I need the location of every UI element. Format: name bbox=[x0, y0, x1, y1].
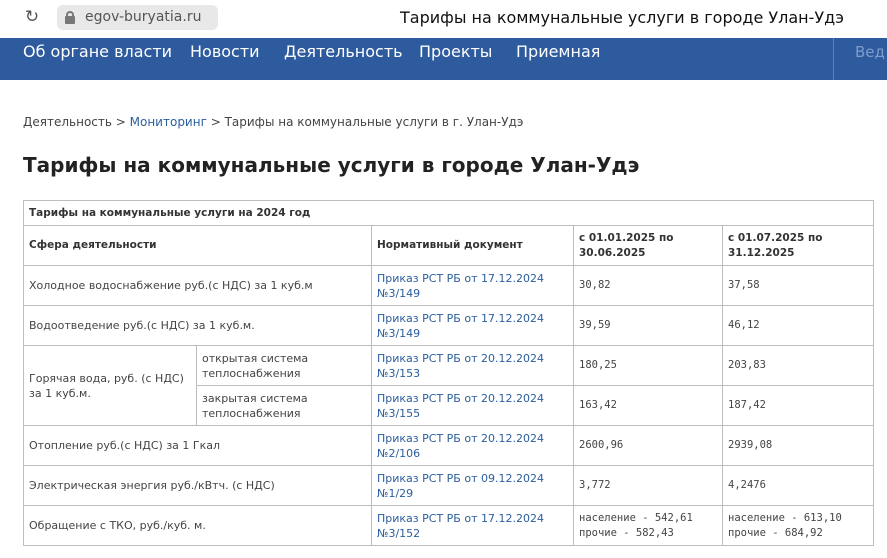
cell-sphere: Электрическая энергия руб./кВтч. (с НДС) bbox=[23, 465, 372, 506]
cell-period-2: 46,12 bbox=[721, 305, 875, 346]
breadcrumb-home[interactable]: Деятельность bbox=[23, 115, 112, 129]
cell-period-1: 180,25 bbox=[573, 345, 723, 386]
cell-period-1: 2600,96 bbox=[573, 425, 723, 466]
url-text: egov-buryatia.ru bbox=[85, 9, 202, 25]
page-title: Тарифы на коммунальные услуги в городе У… bbox=[23, 153, 640, 177]
document-link[interactable]: Приказ РСТ РБ от 17.12.2024 №3/152 bbox=[371, 505, 574, 546]
cell-period-2: население - 613,10 прочие - 684,92 bbox=[721, 505, 875, 546]
cell-sphere: Отопление руб.(с НДС) за 1 Гкал bbox=[23, 425, 372, 466]
document-link[interactable]: Приказ РСТ РБ от 20.12.2024 №3/153 bbox=[371, 345, 574, 386]
nav-item-projects[interactable]: Проекты bbox=[419, 42, 492, 61]
cell-period-1: 163,42 bbox=[573, 385, 723, 426]
cell-sphere: Горячая вода, руб. (с НДС) за 1 куб.м. bbox=[23, 345, 197, 426]
value-population: население - 542,61 bbox=[579, 511, 693, 524]
cell-sphere: Водоотведение руб.(с НДС) за 1 куб.м. bbox=[23, 305, 372, 346]
cell-period-1: население - 542,61 прочие - 582,43 bbox=[573, 505, 723, 546]
nav-divider bbox=[833, 38, 834, 80]
cell-period-2: 37,58 bbox=[721, 265, 875, 306]
document-link[interactable]: Приказ РСТ РБ от 17.12.2024 №3/149 bbox=[371, 305, 574, 346]
table-row: Холодное водоснабжение руб.(с НДС) за 1 … bbox=[23, 265, 875, 306]
table-row: Отопление руб.(с НДС) за 1 Гкал Приказ Р… bbox=[23, 425, 875, 466]
breadcrumb: Деятельность > Мониторинг > Тарифы на ко… bbox=[23, 115, 523, 129]
cell-period-2: 2939,08 bbox=[721, 425, 875, 466]
nav-item-activity[interactable]: Деятельность bbox=[284, 42, 403, 61]
header-sphere: Сфера деятельности bbox=[23, 225, 372, 266]
table-row: Обращение с ТКО, руб./куб. м. Приказ РСТ… bbox=[23, 505, 875, 546]
cell-period-2: 203,83 bbox=[721, 345, 875, 386]
reload-icon[interactable]: ↻ bbox=[22, 7, 42, 27]
nav-item-about[interactable]: Об органе власти bbox=[23, 42, 172, 61]
breadcrumb-link-monitoring[interactable]: Мониторинг bbox=[130, 115, 207, 129]
nav-item-cut[interactable]: Вед bbox=[855, 43, 885, 61]
nav-item-reception[interactable]: Приемная bbox=[516, 42, 600, 61]
tab-title: Тарифы на коммунальные услуги в городе У… bbox=[400, 8, 844, 27]
table-row: Водоотведение руб.(с НДС) за 1 куб.м. Пр… bbox=[23, 305, 875, 346]
cell-period-1: 30,82 bbox=[573, 265, 723, 306]
value-other: прочие - 684,92 bbox=[728, 526, 823, 539]
lock-icon bbox=[65, 11, 75, 24]
cell-period-1: 3,772 bbox=[573, 465, 723, 506]
breadcrumb-separator: > bbox=[111, 115, 130, 129]
header-document: Нормативный документ bbox=[371, 225, 574, 266]
breadcrumb-current: Тарифы на коммунальные услуги в г. Улан-… bbox=[224, 115, 524, 129]
table-row: Горячая вода, руб. (с НДС) за 1 куб.м. о… bbox=[23, 345, 875, 426]
header-period-1: с 01.01.2025 по 30.06.2025 bbox=[573, 225, 723, 266]
cell-period-2: 4,2476 bbox=[721, 465, 875, 506]
breadcrumb-separator: > bbox=[206, 115, 225, 129]
address-bar[interactable]: egov-buryatia.ru bbox=[57, 5, 218, 30]
document-link[interactable]: Приказ РСТ РБ от 17.12.2024 №3/149 bbox=[371, 265, 574, 306]
document-link[interactable]: Приказ РСТ РБ от 20.12.2024 №3/155 bbox=[371, 385, 574, 426]
main-nav: Об органе власти Новости Деятельность Пр… bbox=[0, 38, 887, 80]
browser-toolbar: ↻ egov-buryatia.ru Тарифы на коммунальны… bbox=[0, 0, 887, 38]
cell-period-2: 187,42 bbox=[721, 385, 875, 426]
table-caption-row: Тарифы на коммунальные услуги на 2024 го… bbox=[22, 200, 875, 226]
document-link[interactable]: Приказ РСТ РБ от 09.12.2024 №1/29 bbox=[371, 465, 574, 506]
value-other: прочие - 582,43 bbox=[579, 526, 674, 539]
value-population: население - 613,10 bbox=[728, 511, 842, 524]
cell-subtype: закрытая система теплоснабжения bbox=[196, 385, 372, 426]
table-caption: Тарифы на коммунальные услуги на 2024 го… bbox=[22, 200, 875, 226]
cell-subtype: открытая система теплоснабжения bbox=[196, 345, 372, 386]
table-row: Электрическая энергия руб./кВтч. (с НДС)… bbox=[23, 465, 875, 506]
table-header-row: Сфера деятельности Нормативный документ … bbox=[23, 225, 875, 266]
nav-item-news[interactable]: Новости bbox=[190, 42, 260, 61]
cell-sphere: Обращение с ТКО, руб./куб. м. bbox=[23, 505, 372, 546]
cell-period-1: 39,59 bbox=[573, 305, 723, 346]
header-period-2: с 01.07.2025 по 31.12.2025 bbox=[721, 225, 875, 266]
tariffs-table: Тарифы на коммунальные услуги на 2024 го… bbox=[22, 200, 875, 546]
document-link[interactable]: Приказ РСТ РБ от 20.12.2024 №2/106 bbox=[371, 425, 574, 466]
cell-sphere: Холодное водоснабжение руб.(с НДС) за 1 … bbox=[23, 265, 372, 306]
